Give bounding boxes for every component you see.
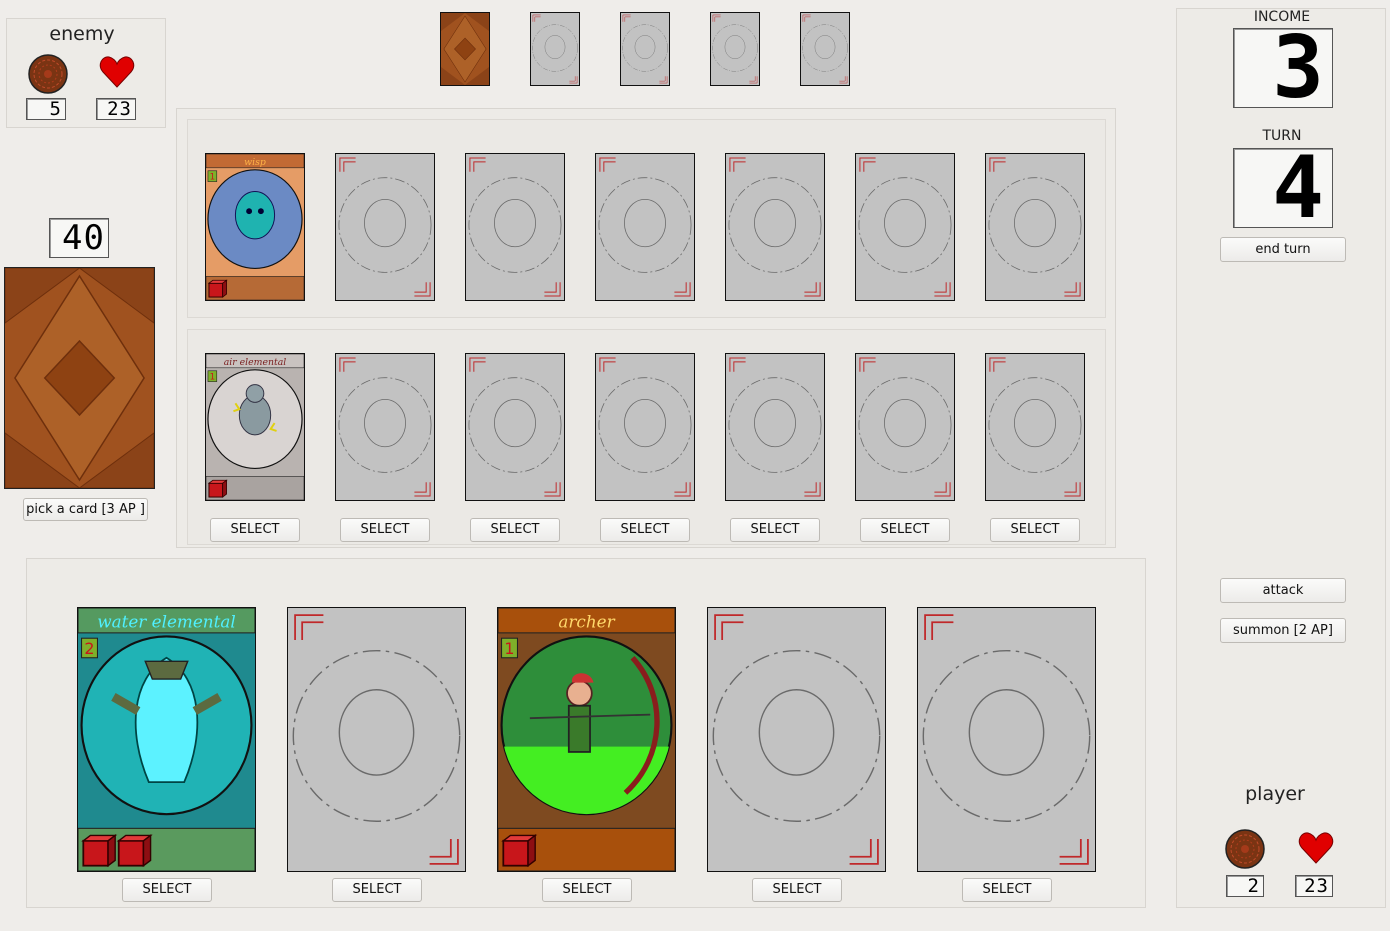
enemy-title: enemy (49, 23, 115, 45)
enemy-board-empty-slot[interactable] (595, 153, 695, 301)
summon-button[interactable]: summon [2 AP] (1220, 618, 1346, 643)
end-turn-button[interactable]: end turn (1220, 237, 1346, 262)
player-health-counter: 23 (1295, 875, 1333, 897)
enemy-info-panel: enemy 5 23 (6, 18, 166, 128)
board-select-button[interactable]: SELECT (730, 518, 820, 542)
hand-card[interactable]: archer 1 (497, 607, 676, 872)
player-board-empty-slot[interactable] (595, 353, 695, 501)
hand-select-button[interactable]: SELECT (962, 878, 1052, 902)
svg-text:archer: archer (558, 612, 615, 632)
deck-count: 40 (49, 218, 109, 258)
player-resource-counter: 2 (1226, 875, 1264, 897)
resource-token-icon (28, 54, 68, 94)
enemy-board-empty-slot[interactable] (725, 153, 825, 301)
income-label: INCOME (1253, 9, 1311, 25)
deck-card-back[interactable] (4, 267, 155, 489)
turn-label: TURN (1262, 128, 1302, 144)
enemy-hand-empty-slot (800, 12, 850, 86)
turn-counter: 4 (1233, 148, 1333, 228)
enemy-board-card[interactable]: wisp 1 (205, 153, 305, 301)
pick-card-button[interactable]: pick a card [3 AP ] (23, 498, 148, 521)
svg-text:1: 1 (504, 639, 514, 658)
hand-empty-slot[interactable] (917, 607, 1096, 872)
player-board-empty-slot[interactable] (985, 353, 1085, 501)
enemy-board-empty-slot[interactable] (855, 153, 955, 301)
hand-select-button[interactable]: SELECT (542, 878, 632, 902)
hand-empty-slot[interactable] (707, 607, 886, 872)
side-panel: INCOME 3 TURN 4 end turn attack summon [… (1176, 8, 1386, 908)
hand-card[interactable]: water elemental 2 (77, 607, 256, 872)
board-select-button[interactable]: SELECT (860, 518, 950, 542)
svg-text:1: 1 (210, 373, 216, 383)
enemy-hand-empty-slot (530, 12, 580, 86)
hand-select-button[interactable]: SELECT (332, 878, 422, 902)
enemy-hand-empty-slot (620, 12, 670, 86)
board-select-button[interactable]: SELECT (990, 518, 1080, 542)
svg-text:2: 2 (84, 639, 94, 658)
board-select-button[interactable]: SELECT (600, 518, 690, 542)
player-board-empty-slot[interactable] (855, 353, 955, 501)
enemy-health-counter: 23 (96, 98, 136, 120)
svg-text:water elemental: water elemental (97, 612, 236, 632)
svg-text:wisp: wisp (244, 157, 266, 168)
player-heart-icon (1298, 832, 1334, 864)
svg-text:1: 1 (210, 173, 216, 183)
enemy-board-empty-slot[interactable] (465, 153, 565, 301)
attack-button[interactable]: attack (1220, 578, 1346, 603)
player-board-empty-slot[interactable] (335, 353, 435, 501)
player-board-card[interactable]: air elemental 1 (205, 353, 305, 501)
player-resource-token-icon (1225, 829, 1265, 869)
heart-icon (99, 56, 135, 88)
player-board-empty-slot[interactable] (725, 353, 825, 501)
board-select-button[interactable]: SELECT (210, 518, 300, 542)
enemy-board-empty-slot[interactable] (335, 153, 435, 301)
enemy-hand-empty-slot (710, 12, 760, 86)
hand-select-button[interactable]: SELECT (752, 878, 842, 902)
board-select-button[interactable]: SELECT (470, 518, 560, 542)
enemy-hand-card-back (440, 12, 490, 86)
board-select-button[interactable]: SELECT (340, 518, 430, 542)
hand-empty-slot[interactable] (287, 607, 466, 872)
enemy-board-empty-slot[interactable] (985, 153, 1085, 301)
enemy-resource-counter: 5 (26, 98, 66, 120)
hand-select-button[interactable]: SELECT (122, 878, 212, 902)
player-title: player (1245, 783, 1305, 805)
income-counter: 3 (1233, 28, 1333, 108)
player-board-empty-slot[interactable] (465, 353, 565, 501)
svg-text:air elemental: air elemental (224, 357, 286, 368)
